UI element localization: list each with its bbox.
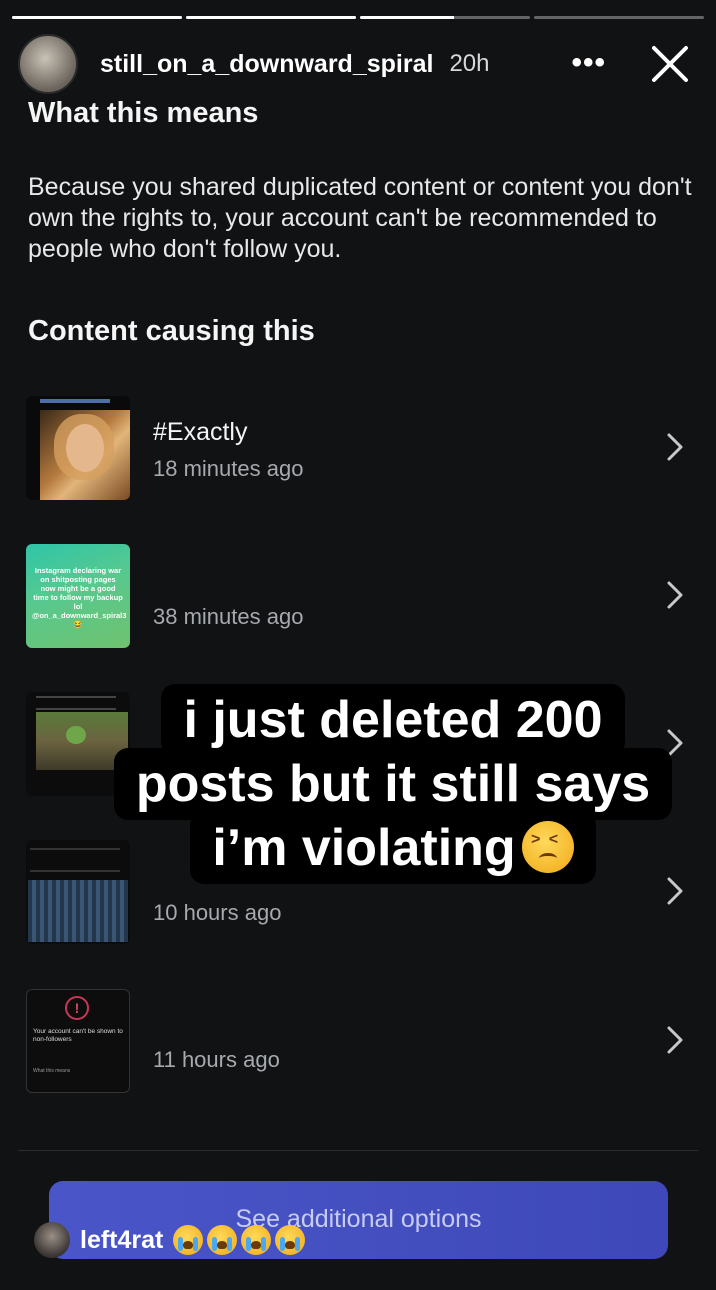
commenter-avatar[interactable]	[34, 1222, 70, 1258]
caption-text-2: posts but it still says	[113, 748, 673, 820]
story-username[interactable]: still_on_a_downward_spiral	[100, 50, 433, 79]
crying-face-icon	[241, 1225, 272, 1255]
item-time: 38 minutes ago	[153, 604, 304, 629]
story-progress	[12, 16, 704, 19]
avatar[interactable]	[18, 34, 78, 94]
item-time: 18 minutes ago	[153, 456, 304, 481]
chevron-right-icon	[667, 433, 683, 461]
what-this-means-heading: What this means	[28, 97, 259, 129]
caption-text-1: i just deleted 200	[161, 684, 625, 756]
caption-line-2: posts but it still says	[90, 748, 696, 820]
post-thumbnail: ! Your account can't be shown to non-fol…	[26, 989, 130, 1093]
item-title: #Exactly	[153, 418, 248, 446]
chevron-right-icon	[667, 581, 683, 609]
content-causing-heading: Content causing this	[28, 315, 315, 347]
caption-line-3: i’m violating	[90, 812, 696, 884]
close-icon[interactable]	[650, 44, 690, 84]
list-item[interactable]: #Exactly 18 minutes ago	[26, 396, 690, 500]
crying-face-icon	[275, 1225, 306, 1255]
progress-segment-1	[12, 16, 182, 19]
crying-face-icon	[207, 1225, 238, 1255]
post-thumbnail: Instagram declaring war on shitposting p…	[26, 544, 130, 648]
caption-line-1: i just deleted 200	[90, 684, 696, 756]
more-icon[interactable]: •••	[571, 46, 606, 80]
commenter-username[interactable]: left4rat	[80, 1226, 163, 1255]
list-item[interactable]: ! Your account can't be shown to non-fol…	[26, 989, 690, 1093]
warning-icon: !	[65, 996, 89, 1020]
explanation-text: Because you shared duplicated content or…	[28, 173, 692, 263]
divider	[18, 1150, 698, 1151]
item-time: 11 hours ago	[153, 1047, 280, 1072]
progress-segment-2	[186, 16, 356, 19]
thumbnail-subtext: What this means	[33, 1068, 71, 1074]
item-time: 10 hours ago	[153, 900, 282, 925]
persevering-face-icon	[521, 821, 574, 873]
post-thumbnail	[26, 396, 130, 500]
story-time: 20h	[449, 50, 490, 77]
thumbnail-text: Your account can't be shown to non-follo…	[33, 1028, 123, 1043]
list-item[interactable]: Instagram declaring war on shitposting p…	[26, 544, 690, 648]
progress-segment-4	[534, 16, 704, 19]
story-comment: left4rat	[34, 1222, 306, 1258]
chevron-right-icon	[667, 1026, 683, 1054]
comment-emojis	[173, 1225, 306, 1255]
caption-text-3: i’m violating	[212, 819, 516, 877]
progress-segment-3	[360, 16, 530, 19]
story-header: still_on_a_downward_spiral 20h •••	[18, 34, 702, 94]
thumbnail-text: Instagram declaring war on shitposting p…	[32, 566, 127, 629]
crying-face-icon	[173, 1225, 204, 1255]
